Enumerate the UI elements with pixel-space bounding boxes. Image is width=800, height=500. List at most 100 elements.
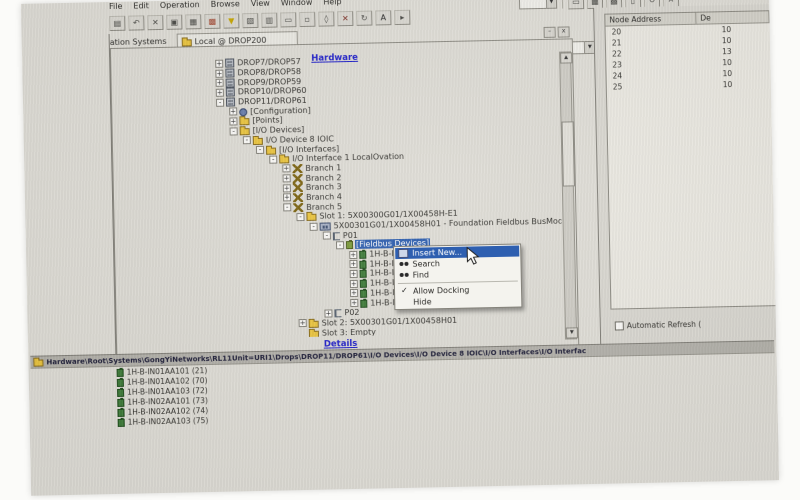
- chevron-down-icon[interactable]: ▼: [546, 0, 556, 8]
- toolbar-icon: ▩: [208, 17, 216, 25]
- toolbar-icon: ▥: [265, 16, 273, 24]
- toolbar-button-paste[interactable]: ▦: [185, 14, 201, 29]
- toolbar-icon: ▭: [284, 16, 292, 24]
- expander-icon[interactable]: +: [283, 184, 291, 192]
- menu-item[interactable]: Window: [281, 0, 313, 9]
- toolbar-icon: ✕: [152, 19, 159, 27]
- expander-icon[interactable]: -: [336, 241, 344, 249]
- toolbar-button-filter[interactable]: ▼: [223, 13, 239, 28]
- application-window: FileEditOperationBrowseViewWindowHelp ▤ …: [21, 0, 779, 496]
- device-label: 1H-B-IN01AA103 (72): [127, 386, 208, 397]
- toolbar-button-print[interactable]: ▤: [109, 16, 125, 31]
- branch-icon: [293, 174, 303, 183]
- context-menu-item[interactable]: Find: [396, 268, 520, 282]
- bottom-dock-panel: Hardware\Root\Systems\GongYiNetworks\RL1…: [30, 340, 776, 436]
- menu-item[interactable]: Browse: [211, 0, 240, 11]
- device-icon: [117, 398, 124, 406]
- expander-icon[interactable]: -: [296, 213, 304, 221]
- hardware-tree-window: Hardware + DROP7/DROP57 + DROP8/DROP58 +…: [110, 38, 580, 364]
- tree-node-label: Branch 4: [305, 192, 343, 202]
- expander-icon[interactable]: +: [216, 79, 224, 87]
- expander-icon[interactable]: +: [349, 250, 357, 258]
- toolbar-button-palette[interactable]: ▩: [204, 14, 220, 29]
- toolbar-button-delete[interactable]: ✕: [337, 11, 353, 26]
- close-button[interactable]: x: [558, 26, 570, 37]
- toolbar-button-copy[interactable]: ▣: [166, 15, 182, 30]
- expander-icon[interactable]: +: [283, 174, 291, 182]
- toolbar-button-refresh[interactable]: ↻: [356, 11, 372, 26]
- expander-icon[interactable]: -: [269, 155, 277, 163]
- expander-icon[interactable]: -: [216, 98, 224, 106]
- folder-icon: [266, 147, 276, 154]
- toolbar-icon: ▫: [305, 15, 311, 23]
- device-icon: [360, 290, 367, 298]
- tree-node-label: DROP8/DROP58: [236, 67, 302, 77]
- toolbar-button-undo[interactable]: ↶: [128, 15, 144, 30]
- toolbar-button-pin[interactable]: ▸: [394, 10, 410, 25]
- expander-icon[interactable]: -: [243, 136, 251, 144]
- expander-icon[interactable]: +: [349, 260, 357, 268]
- scroll-up-icon[interactable]: ▲: [560, 52, 572, 63]
- toolbar-separator: [562, 0, 563, 9]
- folder-icon: [33, 359, 43, 366]
- child-window-controls: – x: [544, 26, 570, 38]
- table-row[interactable]: 25 10: [607, 78, 771, 92]
- expander-icon[interactable]: +: [229, 108, 237, 116]
- toolbar-button-cut[interactable]: ✕: [147, 15, 163, 30]
- device-list-item[interactable]: 1H-B-IN02AA103 (75): [118, 415, 209, 427]
- drop-icon: [226, 88, 235, 97]
- menu-item[interactable]: File: [109, 2, 123, 13]
- expander-icon[interactable]: +: [215, 60, 223, 68]
- expander-icon[interactable]: +: [350, 289, 358, 297]
- toolbar-button-preview[interactable]: ▭: [280, 12, 296, 27]
- toolbar-icon: ↻: [361, 14, 368, 22]
- toolbar-icon: ▦: [189, 18, 197, 26]
- expander-icon[interactable]: +: [283, 194, 291, 202]
- tree-node-label: Branch 5: [305, 202, 343, 212]
- tree-node-label: Branch 2: [305, 173, 343, 183]
- toolbar-button-camera[interactable]: ▫: [299, 12, 315, 27]
- expander-icon[interactable]: -: [256, 146, 264, 154]
- toolbar-button-range[interactable]: ▭: [568, 0, 584, 9]
- context-menu-item[interactable]: Hide: [396, 294, 520, 308]
- toolbar-icon: ↻: [649, 0, 656, 4]
- menu-item[interactable]: Operation: [160, 0, 200, 12]
- toolbar-button-save[interactable]: ▥: [261, 13, 277, 28]
- scrollbar-thumb[interactable]: [562, 121, 575, 186]
- toolbar-button-search-remove[interactable]: ◊: [318, 11, 334, 26]
- automatic-refresh-checkbox[interactable]: [615, 321, 624, 330]
- expander-icon[interactable]: -: [310, 222, 318, 230]
- drop-icon: [225, 59, 234, 68]
- expander-icon[interactable]: -: [323, 232, 331, 240]
- toolbar-combobox[interactable]: ▼: [519, 0, 557, 9]
- expander-icon[interactable]: +: [350, 299, 358, 307]
- expander-icon[interactable]: +: [216, 89, 224, 97]
- minimize-button[interactable]: –: [544, 27, 556, 38]
- expander-icon[interactable]: +: [229, 117, 237, 125]
- expander-icon[interactable]: +: [350, 270, 358, 278]
- expander-icon[interactable]: +: [324, 309, 332, 317]
- menu-item[interactable]: Edit: [133, 1, 149, 12]
- toolbar-button-open[interactable]: ▧: [242, 13, 258, 28]
- device-label: 1H-B-IN02AA101 (73): [127, 396, 208, 407]
- expander-icon[interactable]: +: [215, 69, 223, 77]
- expander-icon[interactable]: +: [299, 319, 307, 327]
- toolbar-icon: ▧: [246, 17, 254, 25]
- menu-item-label: Find: [413, 270, 430, 279]
- menu-item[interactable]: View: [251, 0, 270, 10]
- scroll-down-icon[interactable]: ▼: [566, 327, 578, 338]
- expander-icon[interactable]: -: [283, 203, 291, 211]
- device-label: 1H-B-IN02AA102 (74): [127, 406, 208, 417]
- toolbar-button-find[interactable]: A: [375, 10, 391, 25]
- toolbar-icon: ✕: [668, 0, 675, 4]
- menu-item[interactable]: Help: [323, 0, 341, 9]
- tree-node-label: [I/O Devices]: [252, 125, 306, 135]
- expander-icon[interactable]: +: [350, 280, 358, 288]
- device-icon: [117, 388, 124, 396]
- expander-icon[interactable]: +: [282, 165, 290, 173]
- expander-icon[interactable]: -: [230, 127, 238, 135]
- tree-node-label: Branch 1: [304, 163, 342, 173]
- tree-node-label: P01: [342, 231, 359, 240]
- fbdevices-icon: [346, 241, 353, 249]
- config-icon: [239, 108, 247, 116]
